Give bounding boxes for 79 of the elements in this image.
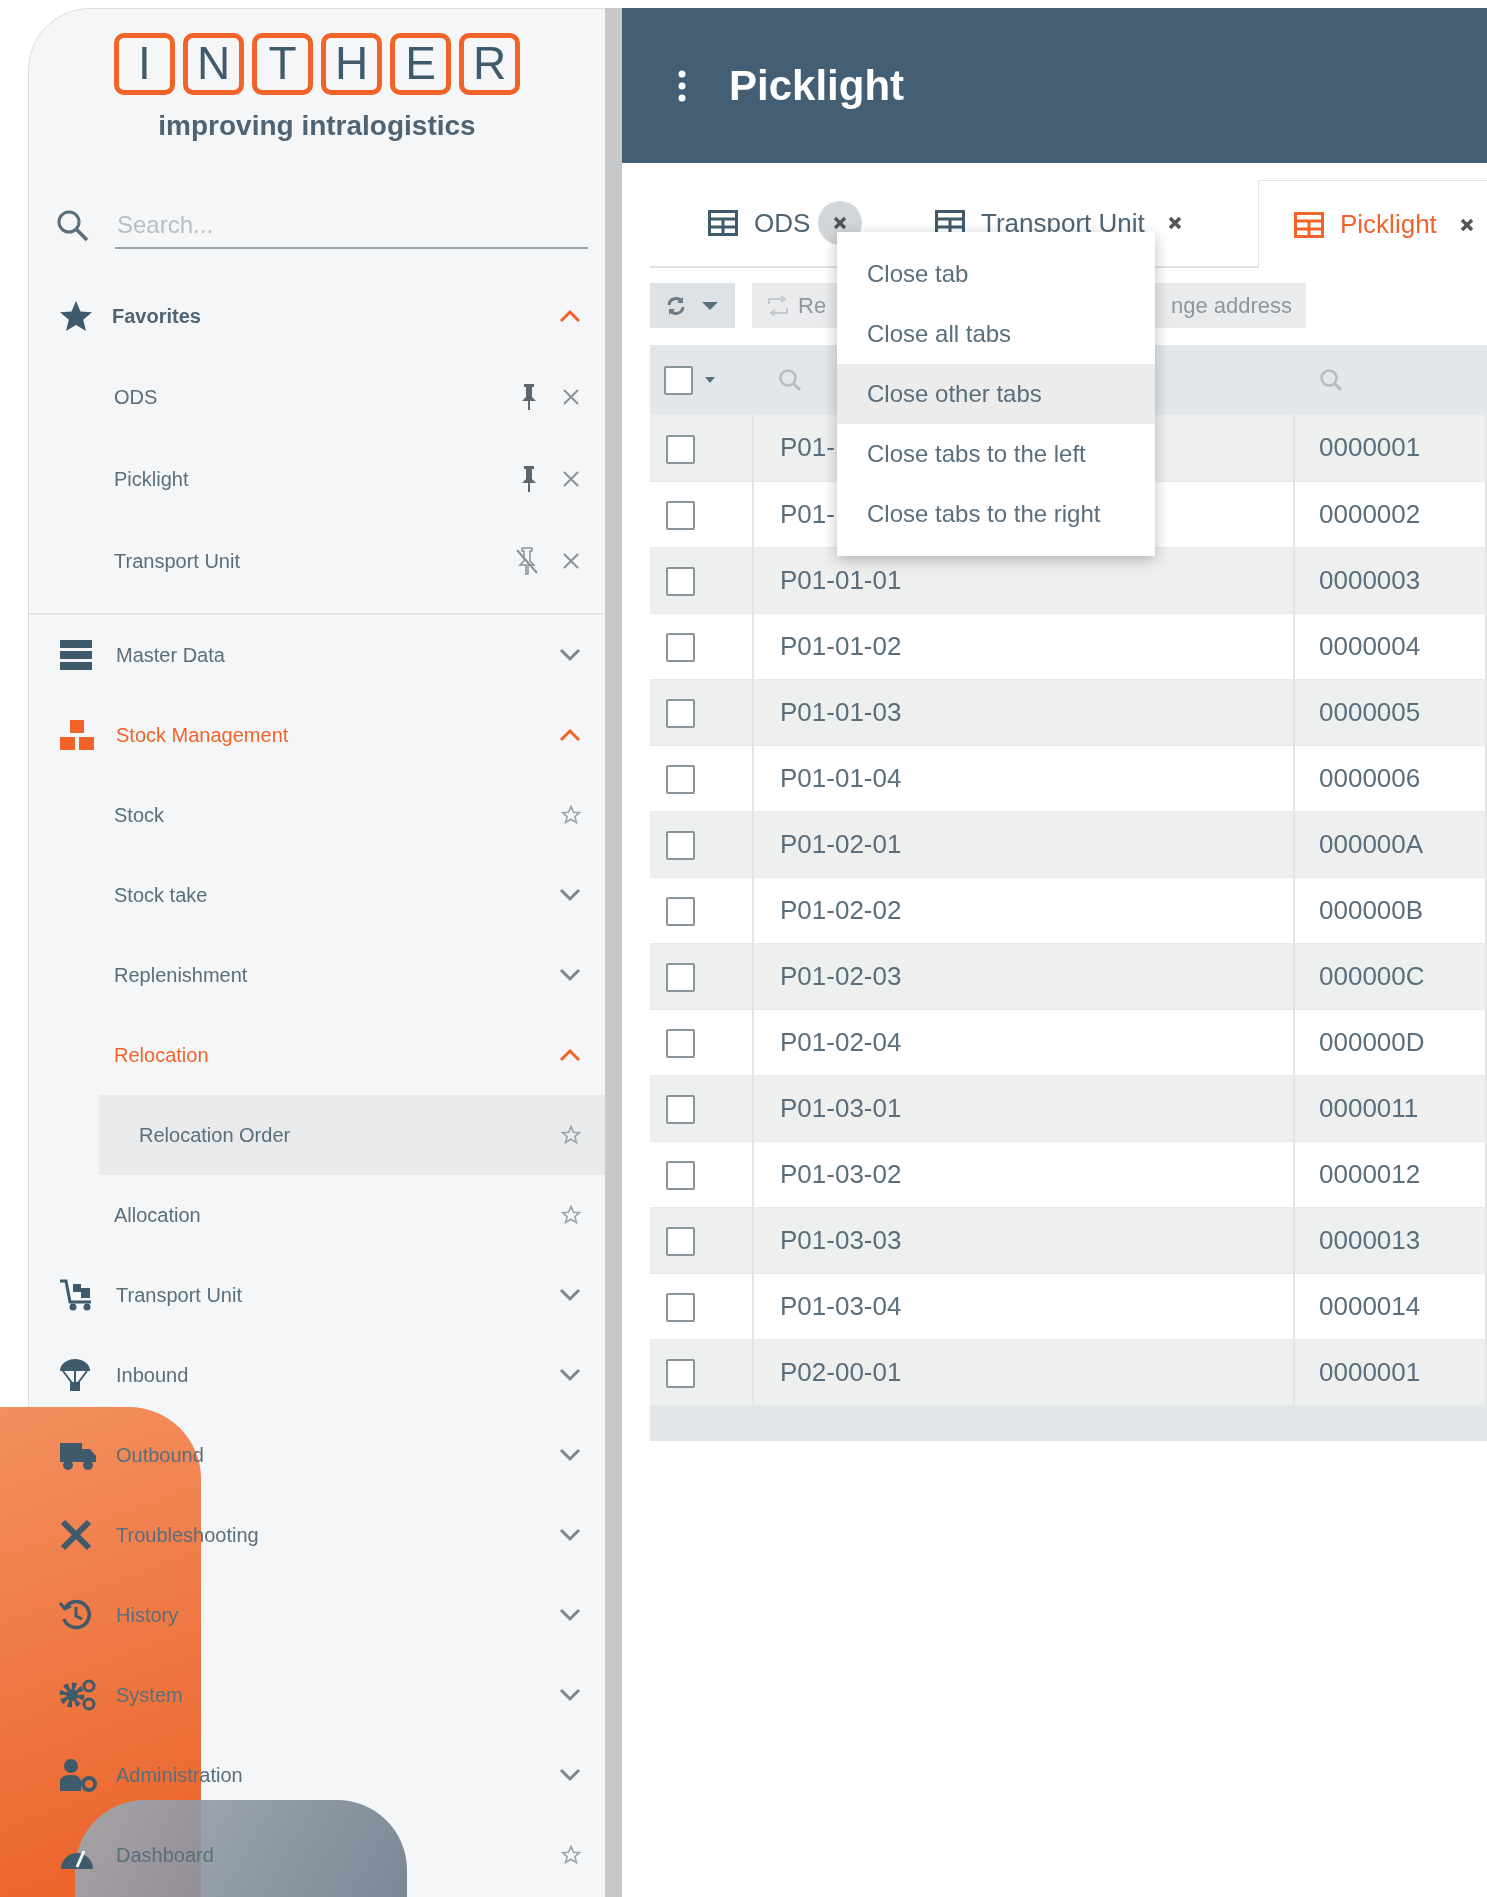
checkbox[interactable] <box>666 897 695 927</box>
search-icon <box>1319 368 1343 392</box>
table-cell: 0000011 <box>1294 1075 1486 1141</box>
checkbox[interactable] <box>666 963 695 993</box>
checkbox[interactable] <box>666 699 695 729</box>
star-icon <box>561 1205 581 1225</box>
menu-item[interactable]: Close tabs to the left <box>837 424 1155 484</box>
caret-down-icon <box>701 300 720 311</box>
close-icon <box>1166 215 1183 231</box>
checkbox[interactable] <box>666 831 695 861</box>
sidebar-item[interactable]: Inbound <box>29 1335 605 1415</box>
table-icon <box>1294 211 1324 238</box>
checkbox[interactable] <box>666 567 695 597</box>
logo-letter: E <box>390 33 451 95</box>
sidebar-item[interactable]: Master Data <box>29 615 605 695</box>
sidebar-item[interactable]: Transport Unit <box>29 1255 605 1335</box>
table-cell: P01-02-03 <box>753 943 1294 1009</box>
sidebar-item[interactable]: Relocation Order <box>99 1095 605 1175</box>
logo-tagline: improving intralogistics <box>158 109 476 143</box>
table-cell: P01-03-03 <box>753 1207 1294 1273</box>
sidebar-item[interactable]: Relocation <box>29 1015 605 1095</box>
logo-letter: T <box>252 33 313 95</box>
search-icon <box>56 209 90 243</box>
close-icon <box>1458 216 1475 233</box>
checkbox[interactable] <box>666 434 695 464</box>
table-cell: 0000013 <box>1294 1207 1486 1273</box>
table-icon <box>708 210 738 236</box>
close-icon <box>832 215 849 231</box>
sidebar-item[interactable]: Replenishment <box>29 935 605 1015</box>
sidebar-item[interactable]: Allocation <box>99 1175 605 1255</box>
star-icon <box>561 1125 581 1145</box>
logo-letter: N <box>183 33 244 95</box>
menu-item[interactable]: Close other tabs <box>837 364 1155 424</box>
kebab-menu-icon <box>677 69 687 102</box>
checkbox[interactable] <box>666 501 695 531</box>
search-icon <box>778 368 802 392</box>
close-icon <box>561 387 581 407</box>
caret-down-icon <box>705 377 715 383</box>
table-cell: 0000003 <box>1294 547 1486 613</box>
logo-letter: H <box>321 33 382 95</box>
table-cell: 000000A <box>1294 811 1486 877</box>
tab[interactable]: Picklight <box>1258 180 1487 268</box>
sidebar-item[interactable]: Stock <box>29 775 605 855</box>
table-cell: P01-03-01 <box>753 1075 1294 1141</box>
refresh-icon <box>665 295 686 316</box>
page-title: Picklight <box>729 61 905 111</box>
checkbox[interactable] <box>666 1293 695 1323</box>
menu-item[interactable]: Close tabs to the right <box>837 484 1155 544</box>
scrollbar[interactable] <box>605 8 622 1897</box>
logo-letter: R <box>459 33 520 95</box>
sidebar-item[interactable]: Stock Management <box>29 695 605 775</box>
favorites-header[interactable]: Favorites <box>29 276 605 356</box>
checkbox[interactable] <box>666 1161 695 1191</box>
table-cell: P01-01-03 <box>753 679 1294 745</box>
checkbox[interactable] <box>664 365 693 395</box>
checkbox[interactable] <box>666 765 695 795</box>
favorite-item[interactable]: ODS <box>29 356 605 438</box>
table-cell: P01-02-01 <box>753 811 1294 877</box>
checkbox[interactable] <box>666 1359 695 1389</box>
swap-icon <box>766 295 790 316</box>
star-icon <box>59 300 93 332</box>
star-icon <box>561 805 581 825</box>
logo-letter: I <box>114 33 175 95</box>
menu-item[interactable]: Close all tabs <box>837 304 1155 364</box>
checkbox[interactable] <box>666 633 695 663</box>
refresh-button[interactable] <box>650 283 735 328</box>
close-icon <box>561 469 581 489</box>
table-cell: 0000005 <box>1294 679 1486 745</box>
table-cell: 000000C <box>1294 943 1486 1009</box>
checkbox[interactable] <box>666 1029 695 1059</box>
table-cell: 0000001 <box>1294 415 1486 481</box>
favorite-item[interactable]: Picklight <box>29 438 605 520</box>
star-icon <box>561 1845 581 1865</box>
checkbox[interactable] <box>666 1227 695 1257</box>
search-field[interactable]: Search... <box>115 203 588 249</box>
checkbox[interactable] <box>666 1095 695 1125</box>
favorite-item[interactable]: Transport Unit <box>29 520 605 602</box>
sidebar-item[interactable]: Stock take <box>29 855 605 935</box>
close-icon <box>561 551 581 571</box>
